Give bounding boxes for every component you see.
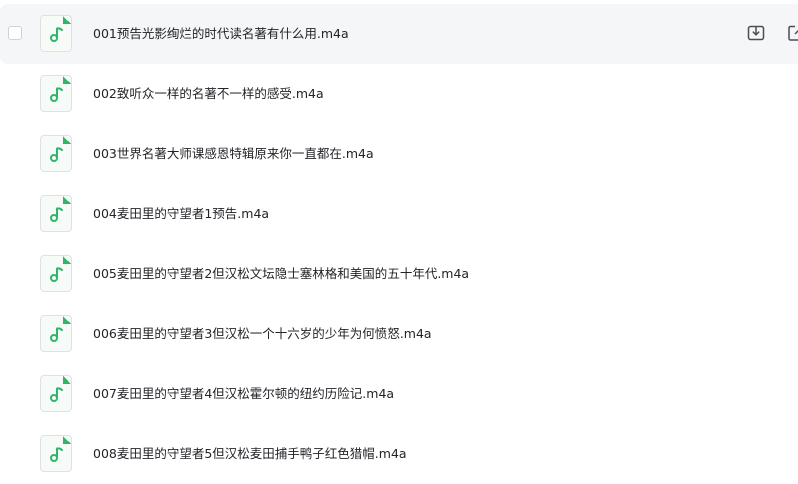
file-corner	[63, 16, 71, 24]
file-name: 008麦田里的守望者5但汉松麦田捕手鸭子红色猎帽.m4a	[93, 446, 407, 461]
file-row[interactable]: 004麦田里的守望者1预告.m4a	[0, 184, 798, 244]
file-corner	[63, 76, 71, 84]
audio-file-icon	[40, 435, 72, 472]
file-row[interactable]: 006麦田里的守望者3但汉松一个十六岁的少年为何愤怒.m4a	[0, 304, 798, 364]
file-name: 006麦田里的守望者3但汉松一个十六岁的少年为何愤怒.m4a	[93, 326, 432, 341]
row-checkbox[interactable]	[8, 26, 22, 40]
audio-file-icon	[40, 15, 72, 52]
music-note-icon	[50, 207, 63, 222]
file-row[interactable]: 007麦田里的守望者4但汉松霍尔顿的纽约历险记.m4a	[0, 364, 798, 424]
music-note-icon	[50, 447, 63, 462]
file-corner	[63, 136, 71, 144]
audio-file-icon	[40, 375, 72, 412]
download-icon[interactable]	[746, 23, 766, 43]
file-name: 007麦田里的守望者4但汉松霍尔顿的纽约历险记.m4a	[93, 386, 395, 401]
music-note-icon	[50, 27, 63, 42]
audio-file-icon	[40, 255, 72, 292]
file-name: 001预告光影绚烂的时代读名著有什么用.m4a	[93, 26, 349, 41]
file-row[interactable]: 008麦田里的守望者5但汉松麦田捕手鸭子红色猎帽.m4a	[0, 424, 798, 484]
file-name: 003世界名著大师课感恩特辑原来你一直都在.m4a	[93, 146, 374, 161]
file-name: 004麦田里的守望者1预告.m4a	[93, 206, 270, 221]
open-external-icon[interactable]	[786, 23, 798, 43]
audio-file-icon	[40, 195, 72, 232]
file-corner	[63, 196, 71, 204]
audio-file-icon	[40, 315, 72, 352]
file-corner	[63, 256, 71, 264]
file-name: 002致听众一样的名著不一样的感受.m4a	[93, 86, 324, 101]
file-corner	[63, 436, 71, 444]
audio-file-icon	[40, 75, 72, 112]
file-list: 001预告光影绚烂的时代读名著有什么用.m4a 002致听众一样的名著不一样的感…	[0, 4, 798, 484]
file-row[interactable]: 003世界名著大师课感恩特辑原来你一直都在.m4a	[0, 124, 798, 184]
file-name: 005麦田里的守望者2但汉松文坛隐士塞林格和美国的五十年代.m4a	[93, 266, 470, 281]
music-note-icon	[50, 387, 63, 402]
music-note-icon	[50, 267, 63, 282]
music-note-icon	[50, 147, 63, 162]
music-note-icon	[50, 327, 63, 342]
file-row[interactable]: 005麦田里的守望者2但汉松文坛隐士塞林格和美国的五十年代.m4a	[0, 244, 798, 304]
file-corner	[63, 376, 71, 384]
music-note-icon	[50, 87, 63, 102]
file-row[interactable]: 001预告光影绚烂的时代读名著有什么用.m4a	[0, 4, 798, 64]
file-row[interactable]: 002致听众一样的名著不一样的感受.m4a	[0, 64, 798, 124]
audio-file-icon	[40, 135, 72, 172]
file-corner	[63, 316, 71, 324]
